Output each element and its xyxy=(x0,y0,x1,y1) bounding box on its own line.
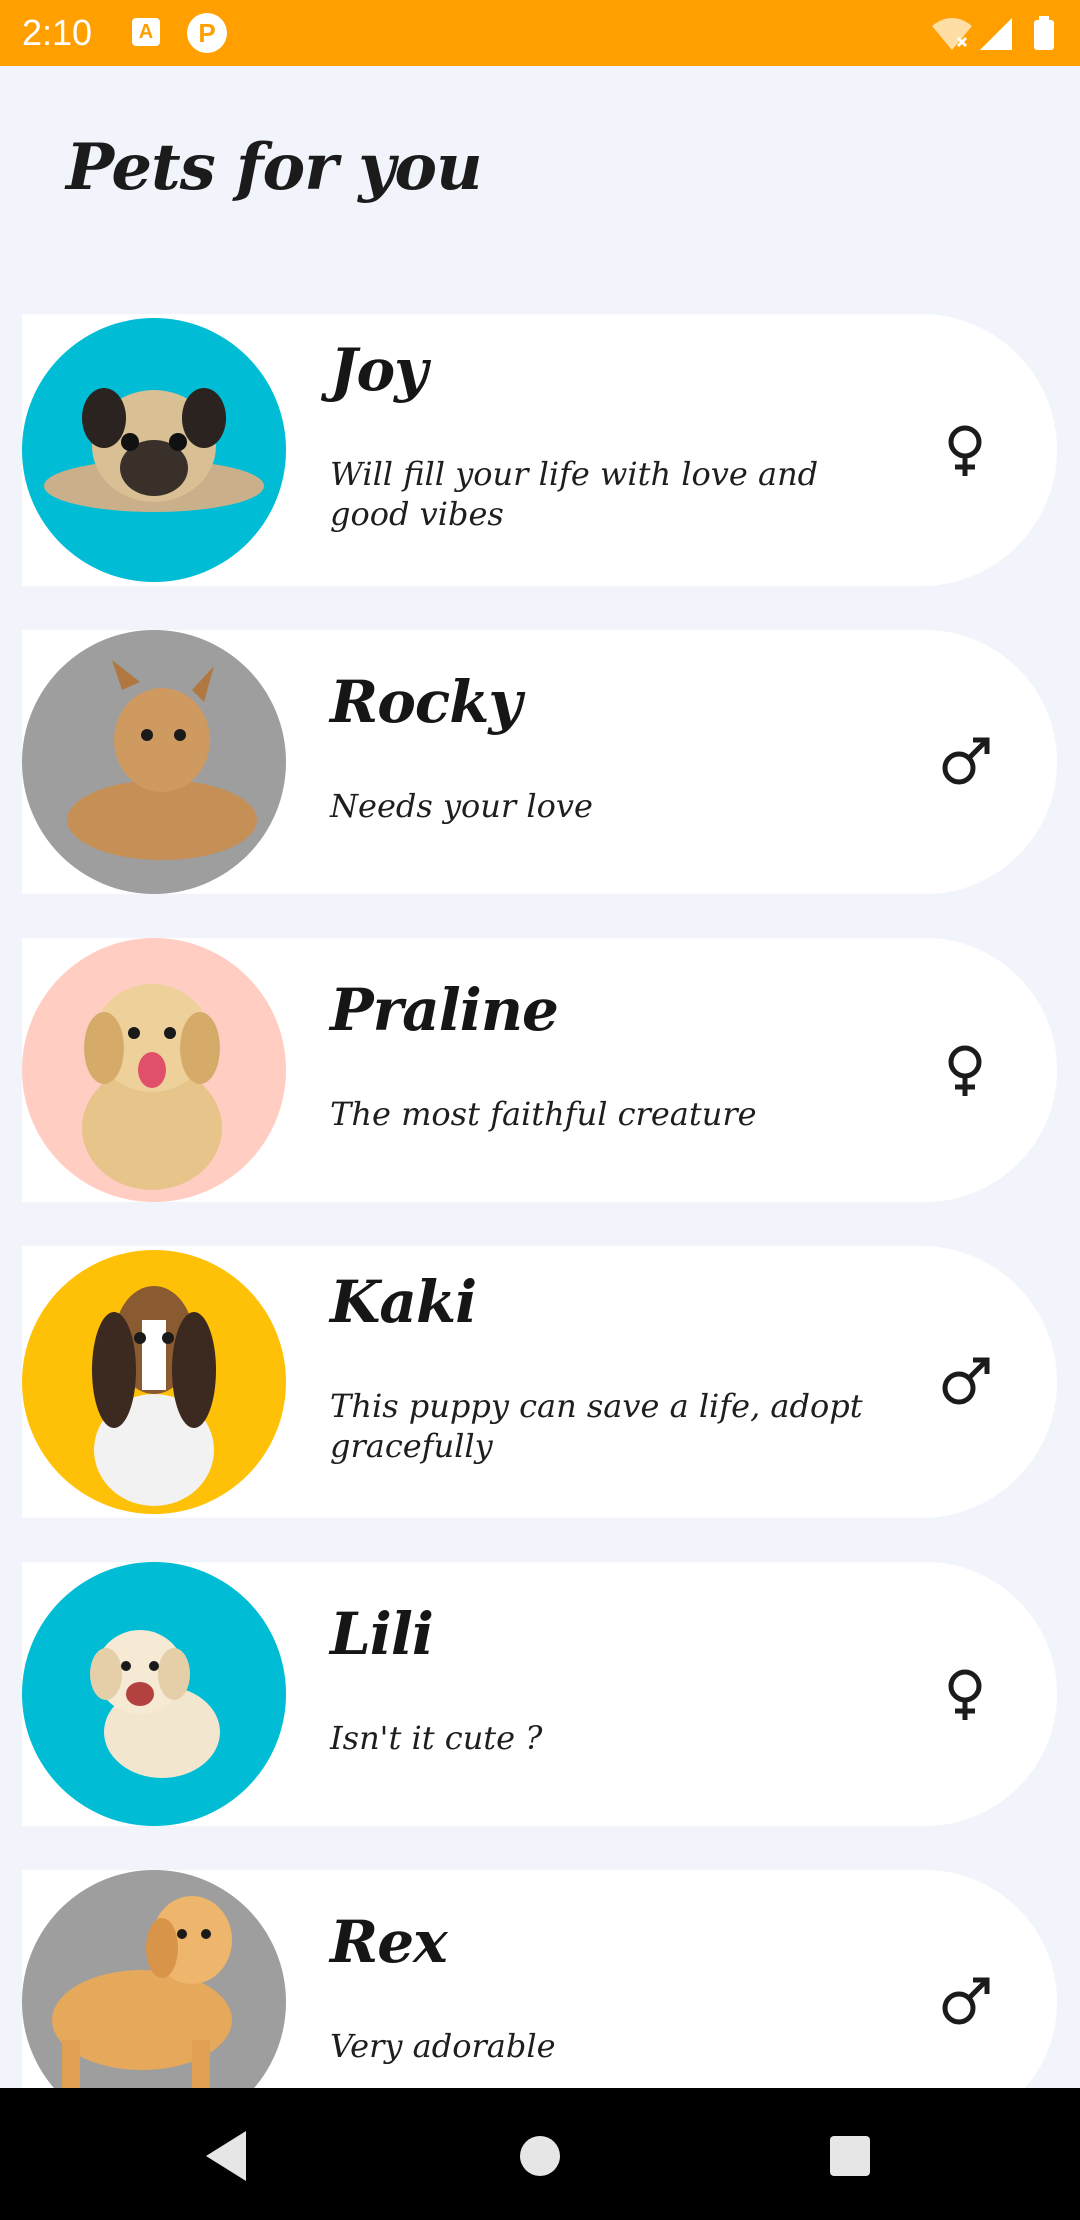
female-icon xyxy=(935,1664,995,1724)
pet-card-praline[interactable]: Praline The most faithful creature xyxy=(22,938,1057,1202)
pet-name: Rocky xyxy=(330,668,522,736)
pet-avatar xyxy=(22,318,286,582)
signal-icon xyxy=(980,18,1012,50)
female-icon xyxy=(935,1040,995,1100)
app-p-icon: P xyxy=(187,13,227,53)
pet-card-rocky[interactable]: Rocky Needs your love xyxy=(22,630,1057,894)
pet-name: Praline xyxy=(330,976,559,1044)
pet-description: The most faithful creature xyxy=(330,1095,757,1133)
pet-name: Joy xyxy=(330,336,428,404)
pet-avatar xyxy=(22,1250,286,1514)
pet-name: Rex xyxy=(330,1908,448,1976)
male-icon xyxy=(935,732,995,792)
pet-card-kaki[interactable]: Kaki This puppy can save a life, adopt g… xyxy=(22,1246,1057,1518)
pet-description: Isn't it cute ? xyxy=(330,1719,543,1757)
male-icon xyxy=(935,1972,995,2032)
home-icon[interactable] xyxy=(520,2136,560,2176)
pet-card-lili[interactable]: Lili Isn't it cute ? xyxy=(22,1562,1057,1826)
pet-description: Needs your love xyxy=(330,787,593,825)
pet-name: Lili xyxy=(330,1600,434,1668)
pet-description: Very adorable xyxy=(330,2027,556,2065)
status-time: 2:10 xyxy=(22,12,93,53)
pet-avatar xyxy=(22,938,286,1202)
pet-avatar xyxy=(22,1562,286,1826)
battery-icon xyxy=(1034,16,1054,50)
page-title: Pets for you xyxy=(66,130,483,205)
pet-name: Kaki xyxy=(330,1268,477,1336)
female-icon xyxy=(935,420,995,480)
pet-card-joy[interactable]: Joy Will fill your life with love and go… xyxy=(22,314,1057,586)
pet-description: Will fill your life with love and good v… xyxy=(330,455,819,533)
recents-icon[interactable] xyxy=(830,2136,870,2176)
pet-avatar xyxy=(22,630,286,894)
back-icon[interactable] xyxy=(206,2131,246,2181)
screen: 2:10 A P Pets for you Joy Will fill your… xyxy=(0,0,1080,2220)
app-a-icon: A xyxy=(132,18,160,46)
status-bar: 2:10 A P xyxy=(0,0,1080,66)
navigation-bar xyxy=(0,2088,1080,2220)
male-icon xyxy=(935,1352,995,1412)
wifi-icon xyxy=(932,18,972,50)
pet-description: This puppy can save a life, adopt gracef… xyxy=(330,1387,863,1465)
status-icons xyxy=(930,14,1060,52)
